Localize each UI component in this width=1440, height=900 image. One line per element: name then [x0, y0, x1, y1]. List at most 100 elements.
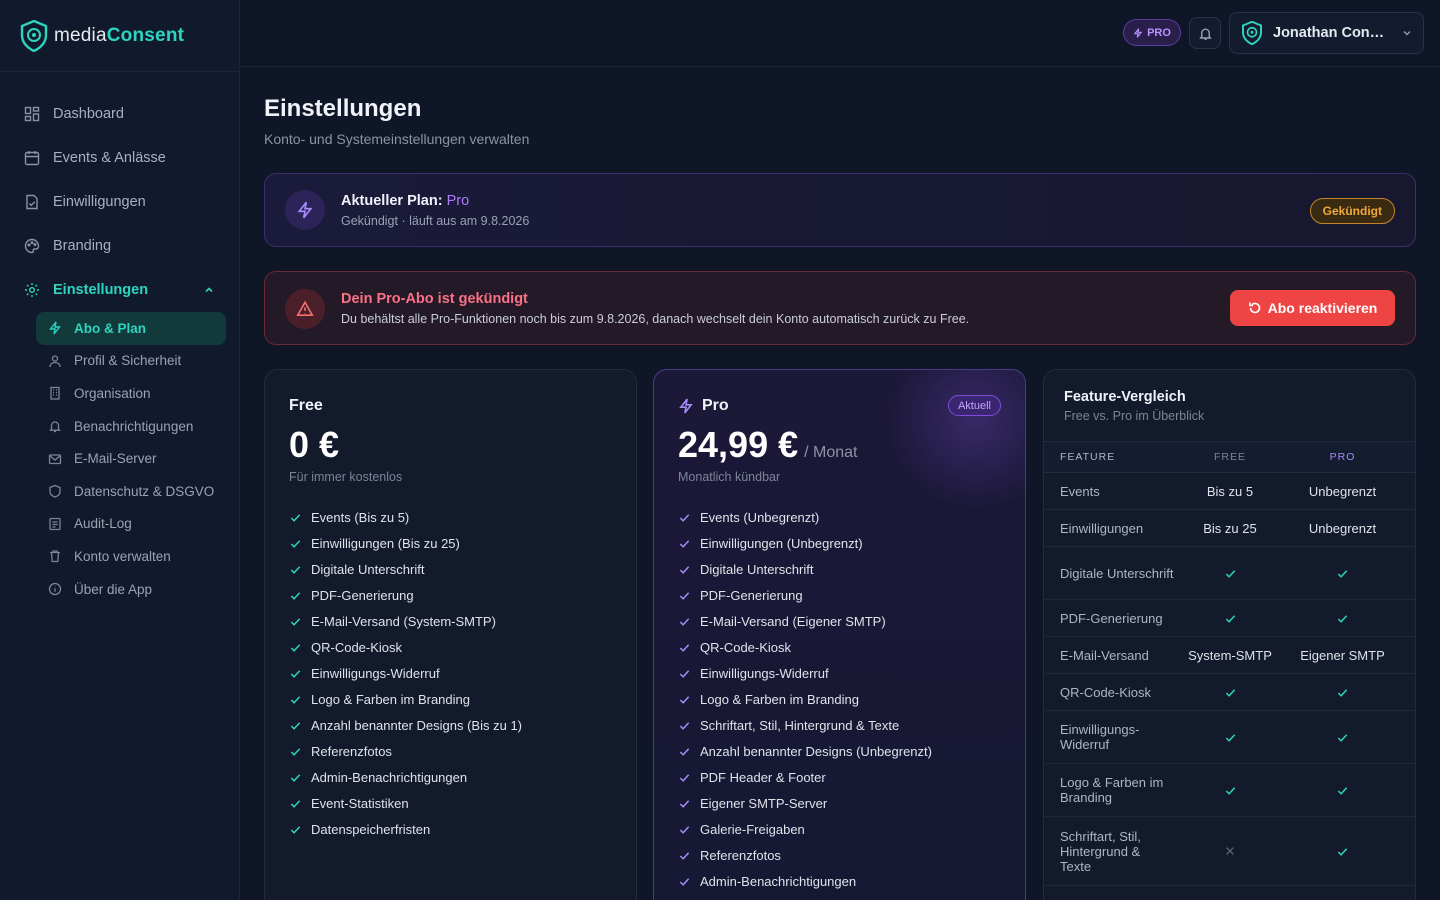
sidebar-item-einwilligungen[interactable]: Einwilligungen	[0, 180, 239, 224]
check-icon	[1337, 688, 1348, 697]
free-value	[1174, 612, 1286, 625]
sidebar-subitem-label: Audit-Log	[74, 516, 132, 532]
mail-icon	[48, 454, 62, 464]
table-row: PDF-Generierung	[1044, 600, 1415, 637]
sidebar-subitem-label: Über die App	[74, 581, 153, 597]
check-icon	[679, 643, 690, 652]
feature-name: Logo & Farben im Branding	[1060, 775, 1164, 805]
feature-item: Einwilligungen (Bis zu 25)	[289, 530, 522, 556]
feature-label: PDF-Generierung	[311, 587, 414, 603]
feature-item: Events (Unbegrenzt)	[678, 504, 932, 530]
price-value: 0 €	[289, 424, 340, 465]
feature-item: Referenzfotos	[678, 842, 932, 868]
check-icon	[1225, 733, 1235, 742]
free-plan-price: 0 €	[289, 424, 339, 466]
check-icon	[1337, 733, 1348, 742]
log-icon	[49, 517, 61, 531]
bell-icon	[49, 421, 61, 433]
file-check-icon	[26, 194, 38, 210]
warning-title: Dein Pro-Abo ist gekündigt	[341, 291, 528, 307]
app-logo[interactable]: mediaConsent	[0, 0, 239, 72]
check-icon	[679, 721, 690, 730]
sidebar-subitem-datenschutz[interactable]: Datenschutz & DSGVO	[36, 475, 226, 508]
sidebar-subitem-label: Organisation	[74, 385, 151, 401]
gear-icon	[25, 283, 39, 297]
free-value	[1174, 784, 1286, 797]
sidebar-item-einstellungen[interactable]: Einstellungen	[0, 268, 239, 312]
feature-item: Digitale Unterschrift	[289, 556, 522, 582]
comparison-rows: Events Bis zu 5 Unbegrenzt Einwilligungen Bi…	[1044, 473, 1415, 886]
check-icon	[290, 617, 301, 626]
feature-name: Einwilligungs-Widerruf	[1060, 722, 1140, 752]
feature-item: Anzahl benannter Designs (Bis zu 1)	[289, 712, 522, 738]
check-icon	[1225, 786, 1235, 795]
feature-name: Schriftart, Stil, Hintergrund & Texte	[1060, 828, 1141, 874]
free-value	[1174, 686, 1286, 699]
user-menu-button[interactable]: Jonathan Consent	[1229, 12, 1424, 54]
free-feature-list: Events (Bis zu 5) Einwilligungen (Bis zu …	[289, 504, 522, 842]
page-title: Einstellungen	[264, 95, 422, 122]
user-icon	[49, 355, 61, 367]
free-plan-name: Free	[289, 397, 323, 414]
sidebar-item-label: Events & Anlässe	[53, 150, 166, 166]
feature-item: Einwilligungs-Widerruf	[289, 660, 522, 686]
check-icon	[290, 539, 301, 548]
sidebar-item-events[interactable]: Events & Anlässe	[0, 136, 239, 180]
pro-plan-label: Pro	[702, 397, 729, 414]
check-icon	[290, 591, 301, 600]
check-icon	[1337, 569, 1348, 578]
column-header-feature: FEATURE	[1060, 451, 1116, 463]
reactivate-button-label: Abo reaktivieren	[1267, 300, 1378, 316]
comparison-title: Feature-Vergleich	[1064, 389, 1186, 405]
comparison-subtitle: Free vs. Pro im Überblick	[1064, 409, 1205, 423]
check-icon	[679, 539, 690, 548]
free-value	[1174, 567, 1286, 580]
feature-item: Event-Statistiken	[289, 790, 522, 816]
sidebar-subitem-label: E-Mail-Server	[74, 451, 157, 467]
free-plan-card: Free 0 € Für immer kostenlos Events (Bis…	[264, 369, 637, 900]
pro-value	[1286, 612, 1399, 625]
warning-triangle-icon	[296, 300, 314, 316]
sidebar-subitem-konto[interactable]: Konto verwalten	[36, 540, 226, 573]
feature-item: E-Mail-Versand (Eigener SMTP)	[678, 608, 932, 634]
feature-item: PDF-Generierung	[678, 582, 932, 608]
topbar: PRO Jonathan Consent	[240, 0, 1440, 67]
sidebar-subitem-audit-log[interactable]: Audit-Log	[36, 508, 226, 541]
free-value: Bis zu 5	[1206, 483, 1254, 499]
pro-value	[1286, 567, 1399, 580]
plan-status-text: Gekündigt · läuft aus am 9.8.2026	[341, 214, 530, 228]
check-icon	[290, 747, 301, 756]
pro-plan-note: Monatlich kündbar	[678, 470, 781, 484]
feature-comparison-card: Feature-Vergleich Free vs. Pro im Überbl…	[1043, 369, 1416, 900]
pro-plan-card: Pro Aktuell 24,99 € / Monat Monatlich kü…	[653, 369, 1026, 900]
price-period: / Monat	[804, 444, 858, 461]
plan-value: Pro	[446, 193, 470, 209]
sidebar-subitem-organisation[interactable]: Organisation	[36, 377, 226, 410]
sidebar-item-branding[interactable]: Branding	[0, 224, 239, 268]
check-icon	[679, 747, 690, 756]
feature-item: Admin-Benachrichtigungen	[289, 764, 522, 790]
sidebar-subitem-abo-plan[interactable]: Abo & Plan	[36, 312, 226, 345]
feature-label: QR-Code-Kiosk	[700, 639, 792, 655]
sidebar-subitem-label: Datenschutz & DSGVO	[74, 483, 215, 499]
check-icon	[290, 799, 301, 808]
chevron-up-icon[interactable]	[203, 284, 215, 296]
sidebar-subitem-ueber[interactable]: Über die App	[36, 573, 226, 606]
notifications-button[interactable]	[1189, 17, 1221, 49]
sidebar-subitem-email-server[interactable]: E-Mail-Server	[36, 442, 226, 475]
sidebar-subitem-benachrichtigungen[interactable]: Benachrichtigungen	[36, 410, 226, 443]
check-icon	[679, 565, 690, 574]
sidebar-subitem-profil[interactable]: Profil & Sicherheit	[36, 345, 226, 378]
check-icon	[1225, 614, 1235, 623]
comparison-table: FEATURE FREE PRO Events Bis zu 5 Unbegrenz…	[1044, 441, 1415, 886]
reactivate-subscription-button[interactable]: Abo reaktivieren	[1230, 290, 1395, 326]
pro-feature-list: Events (Unbegrenzt) Einwilligungen (Unbeg…	[678, 504, 932, 894]
check-icon	[679, 877, 690, 886]
feature-label: Anzahl benannter Designs (Bis zu 1)	[311, 717, 523, 733]
current-plan-badge: Aktuell	[947, 395, 1001, 416]
check-icon	[679, 773, 690, 782]
feature-item: Galerie-Freigaben	[678, 816, 932, 842]
pro-status-badge[interactable]: PRO	[1123, 19, 1181, 46]
sidebar-item-dashboard[interactable]: Dashboard	[0, 92, 239, 136]
warning-icon-circle	[285, 289, 325, 329]
